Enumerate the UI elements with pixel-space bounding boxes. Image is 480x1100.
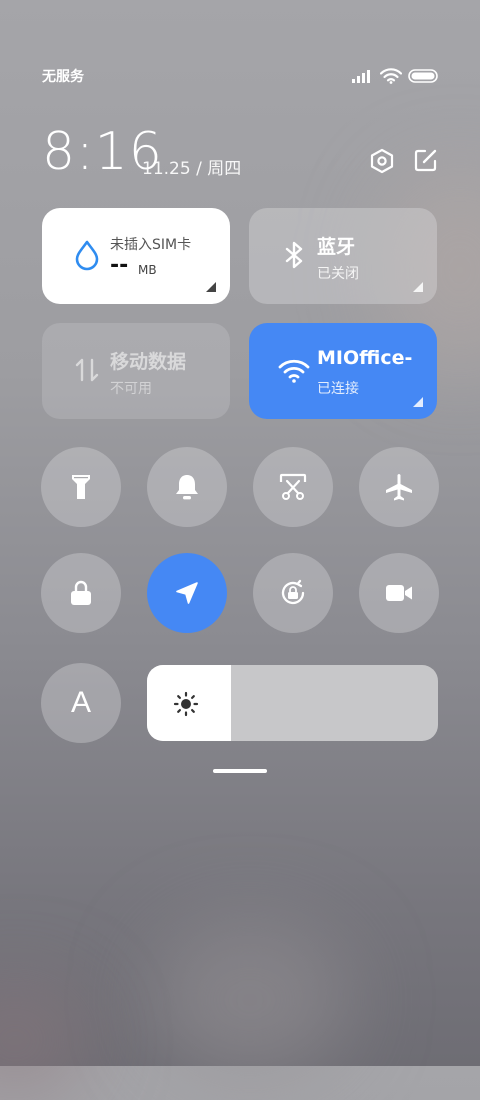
date-text: 11.25 / 周四 — [142, 159, 242, 179]
bluetooth-label: 蓝牙 — [317, 236, 356, 258]
airplane-icon — [386, 474, 412, 501]
brightness-slider[interactable] — [147, 665, 438, 741]
status-bar: 无服务 — [42, 66, 438, 86]
battery-icon — [408, 69, 438, 83]
settings-hexagon-icon[interactable] — [370, 148, 394, 174]
bluetooth-icon — [285, 241, 303, 269]
drag-handle[interactable] — [213, 769, 267, 773]
flashlight-toggle[interactable] — [41, 447, 121, 527]
airplane-toggle[interactable] — [359, 447, 439, 527]
silent-toggle[interactable] — [147, 447, 227, 527]
data-usage-unit: MB — [138, 263, 157, 277]
sun-icon — [173, 691, 199, 717]
mobile-data-label: 移动数据 — [110, 351, 187, 373]
edit-icon[interactable] — [414, 148, 438, 172]
expand-corner-icon — [413, 282, 423, 292]
bluetooth-tile[interactable]: 蓝牙 已关闭 — [249, 208, 437, 304]
mobile-data-tile[interactable]: 移动数据 不可用 — [42, 323, 230, 419]
flashlight-icon — [72, 475, 90, 499]
screenshot-scissors-icon — [279, 473, 307, 500]
lock-icon — [71, 580, 91, 605]
cellular-signal-icon — [352, 70, 370, 83]
video-camera-icon — [386, 585, 412, 601]
location-toggle[interactable] — [147, 553, 227, 633]
rotation-lock-icon — [281, 579, 305, 605]
wifi-icon — [380, 68, 402, 84]
header: 8:16 11.25 / 周四 — [42, 124, 438, 180]
water-drop-icon — [75, 240, 99, 271]
wifi-tile[interactable]: MIOffice- 已连接 — [249, 323, 437, 419]
expand-corner-icon — [206, 282, 216, 292]
mobile-data-arrows-icon — [75, 358, 99, 382]
location-arrow-icon — [176, 582, 198, 604]
wifi-status: 已连接 — [317, 381, 359, 397]
wifi-icon — [278, 359, 310, 383]
lock-screen-toggle[interactable] — [41, 553, 121, 633]
expand-corner-icon — [413, 397, 423, 407]
data-usage-tile[interactable]: 未插入SIM卡 -- MB — [42, 208, 230, 304]
font-size-button[interactable]: A — [41, 663, 121, 743]
bluetooth-status: 已关闭 — [317, 266, 359, 282]
wifi-network-name: MIOffice- — [317, 347, 413, 369]
mobile-data-status: 不可用 — [110, 381, 152, 397]
sim-status-text: 未插入SIM卡 — [110, 237, 192, 253]
bell-icon — [176, 475, 198, 500]
rotation-lock-toggle[interactable] — [253, 553, 333, 633]
carrier-text: 无服务 — [42, 69, 84, 85]
screenshot-toggle[interactable] — [253, 447, 333, 527]
data-usage-value: -- — [110, 253, 129, 278]
screen-recorder-toggle[interactable] — [359, 553, 439, 633]
font-size-label: A — [70, 686, 91, 719]
